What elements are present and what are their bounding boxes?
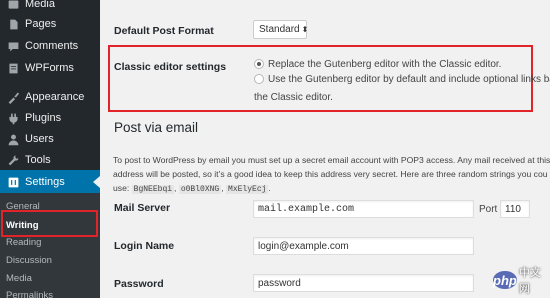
users-icon: [6, 132, 20, 146]
sidebar-item-settings[interactable]: Settings: [0, 170, 100, 194]
mail-server-input[interactable]: mail.example.com: [253, 200, 474, 218]
writing-highlight-box: [1, 210, 98, 237]
classic-editor-settings-label: Classic editor settings: [114, 61, 227, 73]
sidebar-item-label: Plugins: [25, 112, 62, 124]
random-strings-line: use: BgNEEbqi, o0Bl0XNG, MxElyEcj.: [113, 183, 271, 194]
random-string-code: o0Bl0XNG: [178, 185, 222, 194]
port-label: Port: [479, 204, 498, 215]
sidebar-item-label: Pages: [25, 18, 57, 30]
use-label: use:: [113, 183, 130, 193]
sidebar-item-label: Media: [25, 0, 55, 10]
random-string-code: MxElyEcj: [226, 185, 269, 194]
sidebar-item-label: Tools: [25, 154, 51, 166]
mail-server-label: Mail Server: [114, 202, 171, 214]
sidebar-item-wpforms[interactable]: WPForms: [0, 56, 100, 80]
sidebar-item-label: Users: [25, 133, 54, 145]
sidebar-item-comments[interactable]: Comments: [0, 34, 100, 58]
password-label: Password: [114, 278, 164, 290]
input-value: password: [258, 277, 301, 289]
default-post-format-select[interactable]: Standard ⬍: [253, 20, 309, 39]
description-line: To post to WordPress by email you must s…: [113, 155, 550, 165]
login-name-input[interactable]: login@example.com: [253, 237, 474, 255]
classic-replace-radio[interactable]: [254, 59, 264, 69]
default-post-format-label: Default Post Format: [114, 25, 214, 37]
comments-icon: [6, 39, 20, 53]
settings-icon: [6, 175, 20, 189]
input-value: 110: [505, 203, 521, 215]
select-arrows-icon: ⬍: [301, 25, 309, 34]
submenu-item-reading[interactable]: Reading: [6, 237, 41, 248]
password-input[interactable]: password: [253, 274, 474, 292]
sidebar-item-label: Appearance: [25, 91, 85, 103]
plugins-icon: [6, 111, 20, 125]
watermark-php-logo: php: [493, 271, 517, 289]
sidebar-item-pages[interactable]: Pages: [0, 12, 100, 36]
submenu-item-media[interactable]: Media: [6, 273, 32, 284]
settings-submenu: General Writing Reading Discussion Media…: [0, 193, 100, 298]
login-name-label: Login Name: [114, 240, 175, 252]
sidebar-item-label: Settings: [25, 176, 65, 188]
sidebar-item-label: Comments: [25, 40, 79, 52]
admin-sidebar: Media Pages Comments WPForms Appearance …: [0, 0, 100, 298]
tools-icon: [6, 153, 20, 167]
input-value: mail.example.com: [258, 203, 355, 215]
post-via-email-description: To post to WordPress by email you must s…: [113, 153, 550, 197]
pages-icon: [6, 17, 20, 31]
wpforms-icon: [6, 61, 20, 75]
port-input[interactable]: 110: [500, 200, 530, 218]
description-line: address will be posted, so it’s a good i…: [113, 169, 548, 179]
classic-option-1-text: Replace the Gutenberg editor with the Cl…: [268, 59, 502, 70]
php-cn-watermark: php 中文网: [493, 267, 548, 295]
sidebar-item-label: WPForms: [25, 62, 74, 74]
post-via-email-heading: Post via email: [114, 120, 199, 135]
classic-option-2-text-cont: the Classic editor.: [254, 92, 333, 103]
submenu-item-permalinks[interactable]: Permalinks: [6, 290, 53, 298]
appearance-icon: [6, 90, 20, 104]
watermark-text: 中文网: [518, 267, 541, 295]
classic-gutenberg-default-radio[interactable]: [254, 74, 264, 84]
random-string-code: BgNEEbqi: [131, 185, 175, 194]
sidebar-item-tools[interactable]: Tools: [0, 148, 100, 172]
media-icon: [6, 0, 20, 11]
classic-option-2-text: Use the Gutenberg editor by default and …: [268, 74, 550, 85]
submenu-item-discussion[interactable]: Discussion: [6, 255, 52, 266]
select-value: Standard: [259, 24, 300, 35]
input-value: login@example.com: [258, 240, 349, 252]
